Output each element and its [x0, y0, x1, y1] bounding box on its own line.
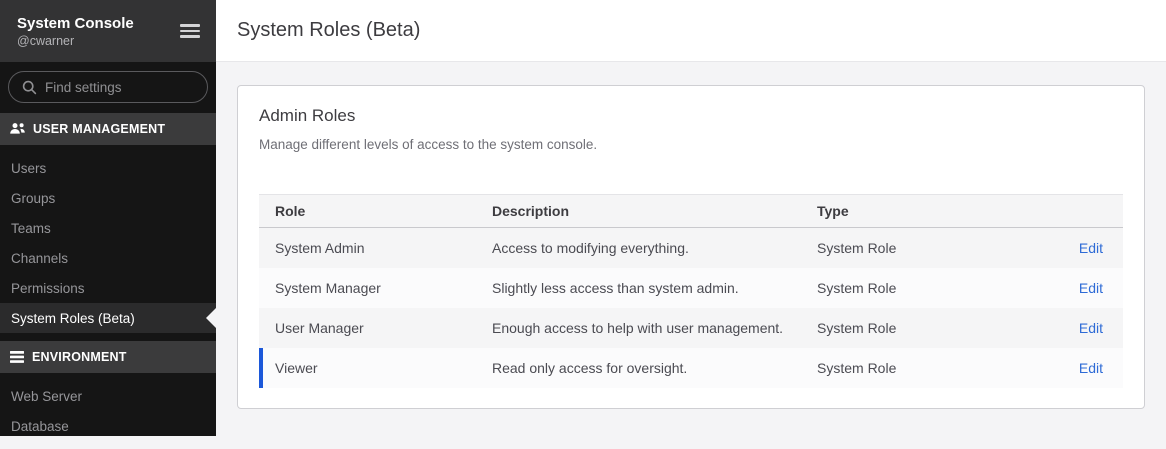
- page-header: System Roles (Beta): [216, 0, 1166, 62]
- table-body: System Admin Access to modifying everyth…: [259, 228, 1123, 388]
- server-icon: [9, 350, 25, 364]
- column-header-description: Description: [492, 203, 817, 219]
- nav-section-user-management: USER MANAGEMENT: [0, 113, 216, 145]
- description-cell: Enough access to help with user manageme…: [492, 320, 817, 336]
- page-title: System Roles (Beta): [237, 19, 420, 42]
- sidebar-item[interactable]: Web Server: [0, 381, 216, 411]
- search-input[interactable]: [45, 80, 197, 95]
- page-body: Admin Roles Manage different levels of a…: [216, 62, 1166, 409]
- search-area: [0, 62, 216, 113]
- description-cell: Read only access for oversight.: [492, 360, 817, 376]
- user-management-items: Users Groups Teams Channels Permissions …: [0, 153, 216, 333]
- actions-cell: Edit: [1051, 280, 1103, 296]
- sidebar-item[interactable]: Database: [0, 411, 216, 441]
- edit-link[interactable]: Edit: [1079, 280, 1103, 296]
- edit-link[interactable]: Edit: [1079, 360, 1103, 376]
- role-cell: User Manager: [275, 320, 492, 336]
- environment-items: Web Server Database: [0, 381, 216, 441]
- admin-roles-card: Admin Roles Manage different levels of a…: [237, 85, 1145, 409]
- table-row: User Manager Enough access to help with …: [259, 308, 1123, 348]
- roles-table: Role Description Type System Admin Acces…: [259, 194, 1123, 388]
- description-cell: Slightly less access than system admin.: [492, 280, 817, 296]
- sidebar-item[interactable]: System Roles (Beta): [0, 303, 216, 333]
- users-icon: [9, 122, 26, 136]
- type-cell: System Role: [817, 240, 1051, 256]
- sidebar-nav: USER MANAGEMENT Users Groups Teams Chann…: [0, 113, 216, 449]
- description-cell: Access to modifying everything.: [492, 240, 817, 256]
- nav-section-label: ENVIRONMENT: [32, 350, 127, 364]
- edit-link[interactable]: Edit: [1079, 240, 1103, 256]
- sidebar-item[interactable]: Channels: [0, 243, 216, 273]
- type-cell: System Role: [817, 320, 1051, 336]
- role-cell: System Manager: [275, 280, 492, 296]
- sidebar-item[interactable]: Users: [0, 153, 216, 183]
- console-username: @cwarner: [17, 33, 134, 49]
- sidebar: System Console @cwarner: [0, 0, 216, 436]
- role-cell: Viewer: [275, 360, 492, 376]
- card-title: Admin Roles: [259, 104, 1123, 128]
- table-header-row: Role Description Type: [259, 194, 1123, 228]
- app-window: System Console @cwarner: [0, 0, 1166, 436]
- edit-link[interactable]: Edit: [1079, 320, 1103, 336]
- console-title: System Console: [17, 14, 134, 33]
- role-cell: System Admin: [275, 240, 492, 256]
- sidebar-item[interactable]: Groups: [0, 183, 216, 213]
- actions-cell: Edit: [1051, 240, 1103, 256]
- column-header-role: Role: [275, 203, 492, 219]
- column-header-type: Type: [817, 203, 1051, 219]
- nav-section-environment: ENVIRONMENT: [0, 341, 216, 373]
- nav-section-label: USER MANAGEMENT: [33, 122, 165, 136]
- console-identity: System Console @cwarner: [17, 14, 134, 49]
- sidebar-item[interactable]: Teams: [0, 213, 216, 243]
- search-icon: [22, 80, 37, 95]
- search-box[interactable]: [8, 71, 208, 103]
- card-subtitle: Manage different levels of access to the…: [259, 136, 1123, 154]
- menu-icon[interactable]: [180, 20, 200, 42]
- table-row: System Manager Slightly less access than…: [259, 268, 1123, 308]
- table-row: System Admin Access to modifying everyth…: [259, 228, 1123, 268]
- sidebar-header: System Console @cwarner: [0, 0, 216, 62]
- table-row: Viewer Read only access for oversight. S…: [259, 348, 1123, 388]
- main-content: System Roles (Beta) Admin Roles Manage d…: [216, 0, 1166, 436]
- actions-cell: Edit: [1051, 360, 1103, 376]
- sidebar-item[interactable]: Permissions: [0, 273, 216, 303]
- actions-cell: Edit: [1051, 320, 1103, 336]
- type-cell: System Role: [817, 360, 1051, 376]
- type-cell: System Role: [817, 280, 1051, 296]
